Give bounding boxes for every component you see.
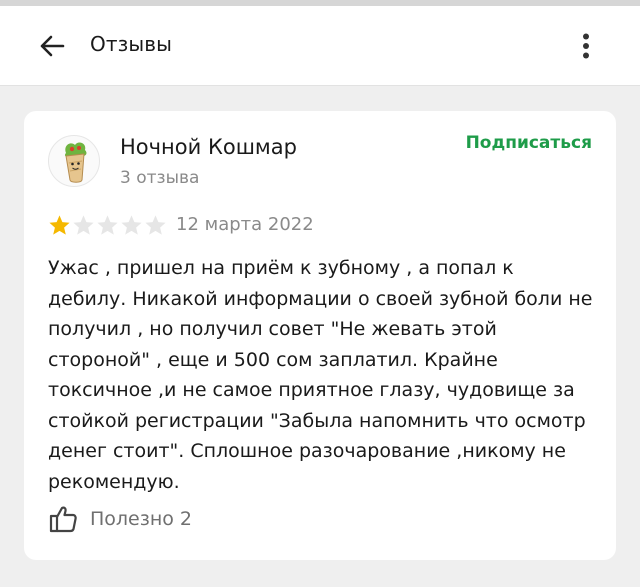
- helpful-button[interactable]: Полезно 2: [48, 503, 192, 535]
- helpful-count: 2: [179, 508, 192, 530]
- star-empty-icon: [97, 215, 118, 235]
- thumbs-up-icon: [49, 506, 77, 533]
- review-date: 12 марта 2022: [176, 214, 314, 235]
- arrow-left-icon: [40, 35, 65, 57]
- shawarma-avatar: [64, 142, 87, 183]
- review-card: Ночной Кошмар 3 отзыва Подписаться 12 ма…: [24, 111, 616, 560]
- subscribe-button[interactable]: Подписаться: [466, 133, 592, 153]
- star-filled-icon: [49, 215, 70, 235]
- star-empty-icon: [145, 215, 166, 235]
- more-options-button[interactable]: [570, 28, 602, 64]
- star-empty-icon: [121, 215, 142, 235]
- author-reviews-count: 3 отзыва: [120, 168, 200, 188]
- page-title: Отзывы: [90, 32, 172, 56]
- back-button[interactable]: [34, 28, 70, 64]
- review-text: Ужас , пришел на приём к зубному , а поп…: [48, 257, 593, 493]
- app-bar: Отзывы: [0, 6, 640, 86]
- rating-stars: [48, 214, 167, 236]
- more-vertical-icon: [583, 33, 589, 59]
- avatar[interactable]: [48, 135, 100, 187]
- star-empty-icon: [73, 215, 94, 235]
- author-name[interactable]: Ночной Кошмар: [120, 135, 297, 159]
- helpful-label: Полезно: [90, 508, 174, 530]
